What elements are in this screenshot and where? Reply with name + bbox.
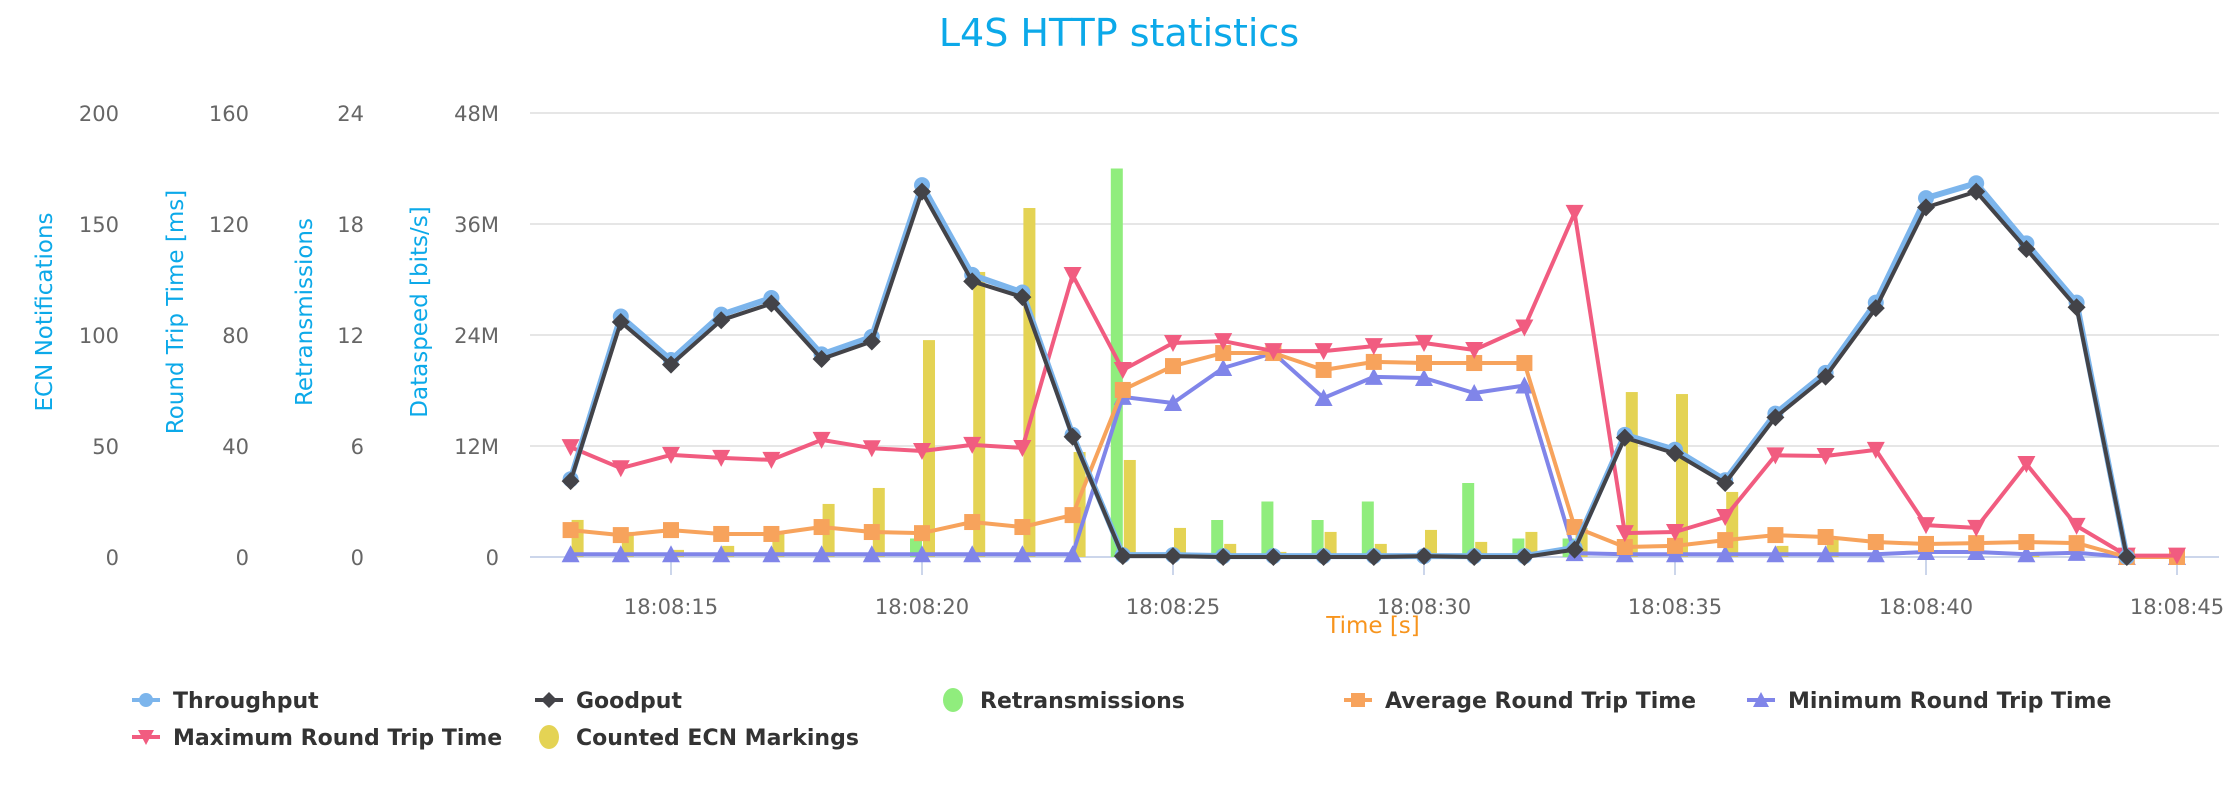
legend-label: Maximum Round Trip Time	[173, 726, 502, 751]
legend-item-minimum-round-trip-time[interactable]: Minimum Round Trip Time	[1747, 689, 2111, 714]
marker-square[interactable]	[713, 525, 730, 542]
y-axis-title: Round Trip Time [ms]	[163, 190, 189, 434]
y-tick-label: 0	[351, 546, 364, 570]
marker-square[interactable]	[863, 524, 880, 541]
marker-triangle-down[interactable]	[611, 460, 630, 478]
marker-triangle-down[interactable]	[1515, 319, 1534, 337]
marker-square[interactable]	[1717, 532, 1734, 549]
marker-square[interactable]	[1114, 381, 1131, 398]
y-axis-retrans: 0 6 12 18 24 Retransmissions	[292, 102, 364, 570]
marker-triangle-down[interactable]	[2067, 517, 2086, 535]
series-line[interactable]	[568, 189, 2129, 559]
y-tick-label: 200	[79, 102, 119, 126]
x-axis-title: Time [s]	[1325, 613, 1420, 639]
legend-item-retransmissions[interactable]: Retransmissions	[943, 688, 1185, 714]
bar[interactable]	[872, 487, 885, 557]
series-throughput	[562, 175, 2135, 565]
marker-square[interactable]	[964, 514, 981, 531]
y-tick-label: 120	[209, 213, 249, 237]
y-axis-title: Retransmissions	[292, 218, 318, 406]
x-tick-label: 18:08:20	[875, 595, 969, 619]
marker-square[interactable]	[1351, 693, 1365, 707]
marker-square[interactable]	[612, 527, 629, 544]
y-axis-speed: 0 12M 24M 36M 48M Dataspeed [bits/s]	[407, 102, 499, 570]
marker-square[interactable]	[914, 525, 930, 542]
legend-label: Average Round Trip Time	[1385, 689, 1696, 714]
marker-triangle-down[interactable]	[1565, 204, 1584, 222]
marker-triangle-down[interactable]	[1063, 267, 1082, 285]
legend-item-average-round-trip-time[interactable]: Average Round Trip Time	[1344, 689, 1696, 714]
y-tick-label: 160	[209, 102, 249, 126]
gridlines	[530, 112, 2219, 447]
legend-label: Throughput	[173, 689, 319, 714]
y-tick-label: 48M	[454, 102, 499, 126]
legend-item-maximum-round-trip-time[interactable]: Maximum Round Trip Time	[132, 726, 502, 751]
marker-square[interactable]	[1315, 361, 1332, 378]
y-axis-ecn: 0 50 100 150 200 ECN Notifications	[32, 102, 119, 570]
y-axes: 050100150200ECN Notifications04080120160…	[32, 102, 499, 570]
marker-square[interactable]	[1416, 355, 1432, 372]
legend-label: Retransmissions	[980, 689, 1185, 714]
y-tick-label: 12M	[454, 435, 499, 459]
y-axis-title: ECN Notifications	[32, 212, 58, 411]
y-tick-label: 100	[79, 324, 119, 348]
marker-circle[interactable]	[139, 693, 153, 707]
series-line[interactable]	[567, 180, 2130, 560]
x-tick-label: 18:08:35	[1628, 595, 1722, 619]
y-tick-label: 0	[486, 546, 499, 570]
y-tick-label: 80	[222, 324, 249, 348]
legend-label: Minimum Round Trip Time	[1788, 689, 2111, 714]
marker-square[interactable]	[1968, 535, 1985, 552]
legend-symbol	[539, 725, 559, 749]
y-axis-title: Dataspeed [bits/s]	[407, 206, 433, 417]
marker-square[interactable]	[1767, 527, 1784, 544]
x-tick-label: 18:08:45	[2130, 595, 2224, 619]
bar[interactable]	[1462, 483, 1475, 557]
marker-square[interactable]	[1516, 355, 1533, 372]
legend-item-throughput[interactable]: Throughput	[132, 689, 319, 714]
bar[interactable]	[1123, 459, 1136, 557]
legend-item-goodput[interactable]: Goodput	[535, 689, 682, 714]
y-tick-label: 0	[106, 546, 119, 570]
y-tick-label: 24	[337, 102, 364, 126]
y-tick-label: 150	[79, 213, 119, 237]
legend-item-counted-ecn-markings[interactable]: Counted ECN Markings	[539, 725, 859, 751]
y-tick-label: 50	[92, 435, 119, 459]
y-tick-label: 12	[337, 324, 364, 348]
marker-diamond[interactable]	[541, 692, 557, 708]
marker-square[interactable]	[562, 522, 579, 539]
x-tick-label: 18:08:40	[1879, 595, 1973, 619]
marker-square[interactable]	[1165, 358, 1181, 375]
y-tick-label: 6	[351, 435, 364, 459]
y-tick-label: 40	[222, 435, 249, 459]
marker-square[interactable]	[1064, 507, 1081, 524]
marker-square[interactable]	[1918, 535, 1934, 552]
y-tick-label: 24M	[454, 324, 499, 348]
x-tick-label: 18:08:25	[1126, 595, 1220, 619]
x-tick-label: 18:08:15	[624, 595, 718, 619]
legend-label: Counted ECN Markings	[576, 726, 859, 751]
marker-square[interactable]	[2068, 535, 2085, 552]
y-axis-rtt: 0 40 80 120 160 Round Trip Time [ms]	[163, 102, 249, 570]
legend: Throughput Goodput Retransmissions Average …	[132, 688, 2111, 751]
series-goodput	[561, 182, 2136, 566]
marker-square[interactable]	[2018, 534, 2035, 551]
y-tick-label: 36M	[454, 213, 499, 237]
bar[interactable]	[1023, 208, 1036, 558]
legend-label: Goodput	[576, 689, 682, 714]
marker-square[interactable]	[1014, 519, 1031, 536]
marker-square[interactable]	[763, 525, 780, 542]
marker-square[interactable]	[663, 522, 679, 539]
marker-square[interactable]	[1365, 353, 1382, 370]
y-tick-label: 0	[236, 546, 249, 570]
marker-square[interactable]	[813, 519, 830, 536]
marker-square[interactable]	[1817, 529, 1834, 546]
y-tick-label: 18	[337, 213, 364, 237]
chart-title: L4S HTTP statistics	[939, 11, 1299, 55]
legend-symbol	[943, 688, 963, 712]
x-axis: 18:08:15 18:08:20 18:08:25 18:08:30 18:08:35…	[530, 556, 2224, 619]
marker-square[interactable]	[1867, 534, 1884, 551]
l4s-http-chart: L4S HTTP statistics 0 50 100 150 200 ECN Noti…	[32, 11, 2224, 751]
